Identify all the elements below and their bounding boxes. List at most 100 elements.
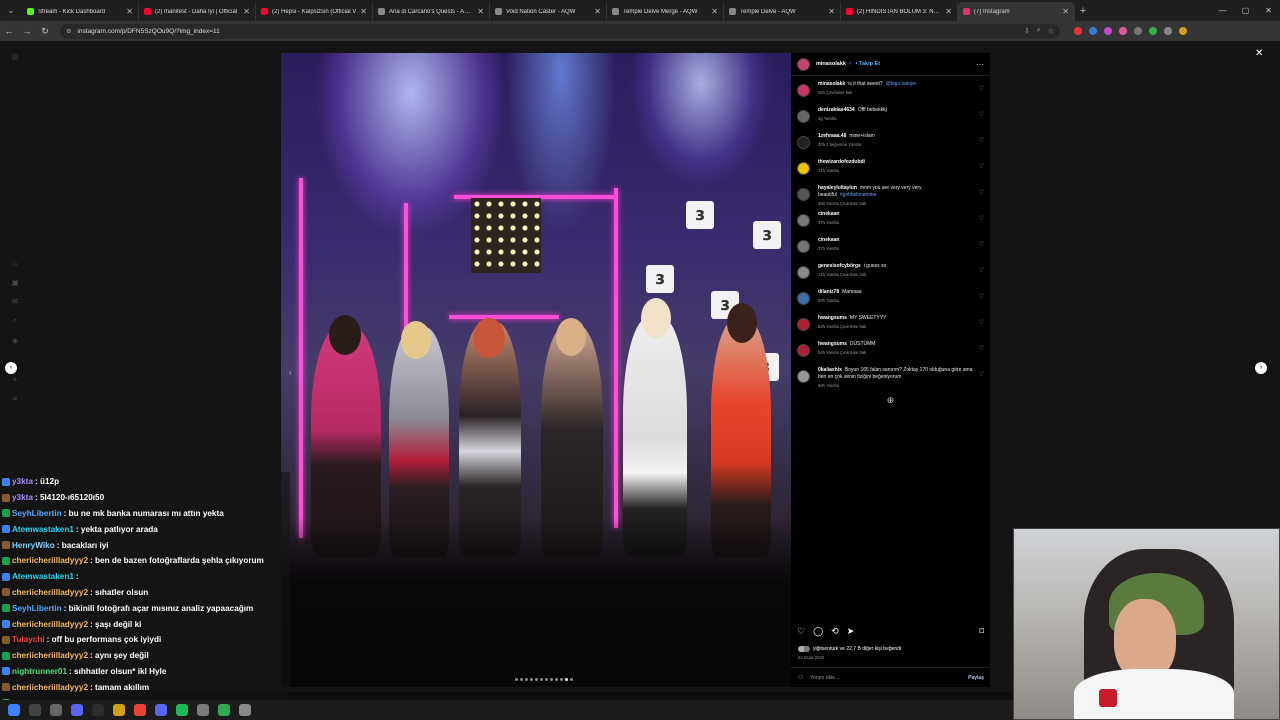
- create-icon[interactable]: +: [13, 375, 18, 384]
- comment-like-icon[interactable]: ♡: [979, 215, 984, 222]
- browser-tab[interactable]: Void Nation Caster - AQW ✕: [490, 2, 607, 21]
- comment-input[interactable]: Yorum ekle...: [810, 675, 839, 681]
- post-comment-button[interactable]: Paylaş: [968, 675, 984, 681]
- close-window-icon[interactable]: ✕: [1257, 6, 1280, 15]
- bookmark-star-icon[interactable]: ☆: [1048, 27, 1054, 35]
- commenter-avatar[interactable]: [797, 136, 810, 149]
- chat-username[interactable]: cheriicheriilladyyy2: [12, 556, 88, 565]
- chat-username[interactable]: Atemwastaken1: [12, 525, 74, 534]
- chat-username[interactable]: cheriicheriilladyyy2: [12, 651, 88, 660]
- comment-meta[interactable]: 62h Çevirisine bak: [818, 89, 979, 96]
- commenter-avatar[interactable]: [797, 188, 810, 201]
- chat-username[interactable]: cheriicheriilladyyy2: [12, 683, 88, 692]
- tab-close-icon[interactable]: ✕: [360, 7, 367, 16]
- tab-close-icon[interactable]: ✕: [243, 7, 250, 16]
- tab-close-icon[interactable]: ✕: [126, 7, 133, 16]
- comment-icon[interactable]: ◯: [813, 626, 823, 637]
- commenter-username[interactable]: 0kaliaxhix: [818, 367, 842, 373]
- bookmark-icon[interactable]: ⌑: [979, 626, 984, 637]
- commenter-username[interactable]: thewizardofozdubdi: [818, 159, 865, 165]
- spotify-icon[interactable]: [176, 704, 188, 716]
- post-photo[interactable]: ɜ ɜ ɜ ɜ ɜ: [281, 53, 791, 687]
- carousel-prev-icon[interactable]: ‹: [289, 368, 292, 377]
- browser-tab[interactable]: (7) Instagram ✕: [958, 2, 1075, 21]
- commenter-username[interactable]: genesisofcybörgs: [818, 263, 861, 269]
- commenter-username[interactable]: minasolakk: [818, 81, 845, 87]
- commenter-username[interactable]: cinekaan: [818, 211, 839, 217]
- load-more-comments-icon[interactable]: ⊕: [791, 395, 990, 406]
- repost-icon[interactable]: ⟲: [831, 626, 839, 637]
- tab-close-icon[interactable]: ✕: [477, 7, 484, 16]
- app-icon[interactable]: [218, 704, 230, 716]
- more-options-icon[interactable]: ⋯: [976, 60, 984, 69]
- comment-like-icon[interactable]: ♡: [979, 163, 984, 170]
- like-icon[interactable]: ♡: [797, 626, 805, 637]
- comment-meta[interactable]: 4g Yanıtla: [818, 115, 979, 122]
- search-icon[interactable]: ⌕: [13, 316, 17, 326]
- chrome-icon[interactable]: [134, 704, 146, 716]
- comment-meta[interactable]: 37h Yanıtla: [818, 245, 979, 252]
- chat-username[interactable]: Atemwastaken1: [12, 572, 74, 581]
- address-bar[interactable]: ⚙ instagram.com/p/DFN5SzQOu9Q/?img_index…: [60, 23, 1060, 39]
- comment-tag-link[interactable]: @bigs.turkiye: [886, 81, 916, 87]
- emoji-icon[interactable]: ☺: [797, 674, 804, 681]
- instagram-logo-icon[interactable]: ◎: [12, 52, 19, 61]
- chat-username[interactable]: Tulaychi: [12, 635, 45, 644]
- new-tab-button[interactable]: +: [1075, 5, 1091, 17]
- comment-like-icon[interactable]: ♡: [979, 111, 984, 118]
- chat-username[interactable]: nightrunner01: [12, 667, 67, 676]
- commenter-avatar[interactable]: [797, 292, 810, 305]
- extension-icon[interactable]: [1134, 27, 1142, 35]
- author-username[interactable]: minasolakk: [816, 61, 846, 67]
- browser-tab[interactable]: Temple Delve - AQW ✕: [724, 2, 841, 21]
- close-modal-icon[interactable]: ✕: [1255, 48, 1263, 59]
- reels-icon[interactable]: ▣: [11, 278, 19, 287]
- chat-username[interactable]: cheriicheriilladyyy2: [12, 620, 88, 629]
- extension-icon[interactable]: [1119, 27, 1127, 35]
- comment-like-icon[interactable]: ♡: [979, 137, 984, 144]
- comment-like-icon[interactable]: ♡: [979, 371, 984, 378]
- commenter-username[interactable]: hwangsums: [818, 315, 847, 321]
- commenter-avatar[interactable]: [797, 370, 810, 383]
- commenter-username[interactable]: dilaniz78: [818, 289, 839, 295]
- settings-icon[interactable]: [197, 704, 209, 716]
- commenter-username[interactable]: hwangsums: [818, 341, 847, 347]
- chat-username[interactable]: y3kta: [12, 477, 33, 486]
- next-post-button[interactable]: ›: [1255, 362, 1267, 374]
- tab-close-icon[interactable]: ✕: [945, 7, 952, 16]
- commenter-avatar[interactable]: [797, 266, 810, 279]
- tab-close-icon[interactable]: ✕: [711, 7, 718, 16]
- file-explorer-icon[interactable]: [113, 704, 125, 716]
- likes-summary[interactable]: yiğitsenturk ve 22,7 B diğer kişi beğend…: [798, 646, 901, 652]
- previous-post-button[interactable]: ‹: [5, 362, 17, 374]
- commenter-avatar[interactable]: [797, 344, 810, 357]
- comment-meta[interactable]: 54h Yanıtla Çevirisine bak: [818, 323, 979, 330]
- minimize-icon[interactable]: —: [1211, 6, 1234, 15]
- tab-close-icon[interactable]: ✕: [1062, 7, 1069, 16]
- extension-icon[interactable]: [1164, 27, 1172, 35]
- comment-meta[interactable]: 50h Yanıtla: [818, 297, 979, 304]
- search-taskbar-icon[interactable]: [29, 704, 41, 716]
- forward-icon[interactable]: →: [18, 26, 36, 36]
- comment-like-icon[interactable]: ♡: [979, 345, 984, 352]
- share-icon[interactable]: ➤: [847, 626, 855, 637]
- commenter-avatar[interactable]: [797, 318, 810, 331]
- browser-tab[interactable]: (2) Hepsi - Kalpsizsin (Official V ✕: [256, 2, 373, 21]
- profile-avatar[interactable]: [1179, 27, 1187, 35]
- author-avatar[interactable]: [797, 57, 810, 71]
- tab-close-icon[interactable]: ✕: [594, 7, 601, 16]
- comment-meta[interactable]: 31h Yanıtla: [818, 167, 979, 174]
- browser-tab[interactable]: Temple Delve Merge - AQW ✕: [607, 2, 724, 21]
- commenter-username[interactable]: cinekaan: [818, 237, 839, 243]
- app-icon[interactable]: [92, 704, 104, 716]
- browser-tab[interactable]: (2) HİNDİSTAN BÖLÜM 3: NEW ✕: [841, 2, 958, 21]
- pen-icon[interactable]: [239, 704, 251, 716]
- commenter-username[interactable]: denizaktas4634: [818, 107, 855, 113]
- extension-icon[interactable]: [1074, 27, 1082, 35]
- chat-username[interactable]: SeyhLibertin: [12, 604, 62, 613]
- tab-search-icon[interactable]: ⌄: [0, 0, 22, 21]
- site-info-icon[interactable]: ⚙: [66, 28, 71, 35]
- messages-icon[interactable]: ✉: [12, 297, 19, 306]
- back-icon[interactable]: ←: [0, 26, 18, 36]
- chat-username[interactable]: SeyhLibertin: [12, 509, 62, 518]
